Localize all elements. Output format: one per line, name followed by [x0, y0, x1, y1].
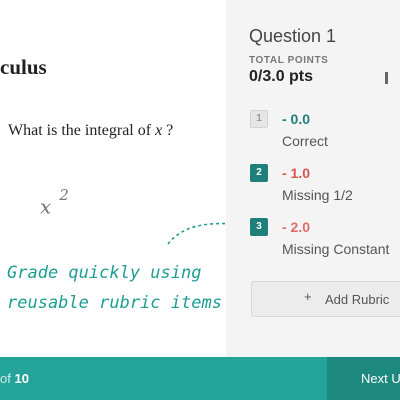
question-suffix: ? — [162, 122, 174, 139]
submission-counter: of 10 — [0, 357, 29, 400]
annotation-line-2: reusable rubric items — [7, 293, 222, 313]
next-ungraded-button[interactable]: Next U — [327, 357, 400, 400]
rubric-points: - 1.0 — [282, 165, 311, 181]
total-points-value: 0/3.0 pts — [249, 68, 314, 85]
rubric-key-badge[interactable]: 1 — [250, 110, 268, 128]
answer-exponent: 2 — [59, 186, 69, 204]
rubric-key-badge[interactable]: 3 — [250, 218, 268, 236]
grading-panel: Question 1 TOTAL POINTS 0/3.0 pts 1 - 0.… — [226, 0, 400, 357]
rubric-item-2[interactable]: 2 - 1.0 Missing 1/2 — [250, 164, 400, 214]
rubric-key-badge[interactable]: 2 — [250, 164, 268, 182]
rubric-points: - 2.0 — [282, 219, 311, 235]
annotation-line-1: Grade quickly using — [7, 263, 202, 283]
answer-base: x — [40, 194, 52, 219]
rubric-item-3[interactable]: 3 - 2.0 Missing Constant — [250, 218, 400, 268]
rubric-item-1[interactable]: 1 - 0.0 Correct — [250, 110, 400, 160]
total-points-label: TOTAL POINTS — [249, 55, 329, 66]
question-prefix: What is the integral of — [8, 122, 156, 139]
bottom-navigation-bar: of 10 Next U — [0, 357, 400, 400]
counter-of-label: of — [0, 371, 11, 386]
question-title: Question 1 — [249, 26, 337, 46]
rubric-points: - 0.0 — [282, 111, 311, 127]
question-text: What is the integral of x ? — [8, 122, 173, 140]
rubric-description: Missing Constant — [282, 241, 390, 257]
annotation-callout: Grade quickly using reusable rubric item… — [7, 258, 222, 318]
plus-icon: + — [304, 289, 312, 304]
document-title: culus — [0, 55, 47, 79]
add-rubric-button[interactable]: + Add Rubric — [251, 281, 400, 317]
counter-total: 10 — [14, 371, 29, 386]
panel-edge-marker — [385, 72, 388, 84]
rubric-description: Correct — [282, 133, 328, 149]
next-button-label: Next U — [361, 371, 400, 386]
add-rubric-label: Add Rubric — [325, 292, 390, 307]
rubric-description: Missing 1/2 — [282, 187, 353, 203]
handwritten-answer: x2 — [40, 186, 69, 219]
